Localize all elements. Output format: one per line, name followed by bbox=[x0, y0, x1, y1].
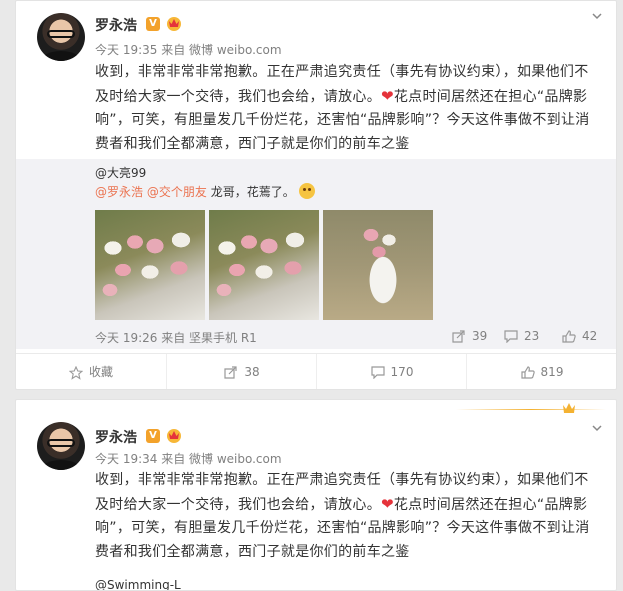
like-icon bbox=[562, 330, 576, 343]
post-meta: 今天 19:34 来自 微博 weibo.com bbox=[95, 452, 282, 466]
photo-thumbnail[interactable] bbox=[95, 210, 205, 320]
avatar[interactable] bbox=[37, 422, 85, 470]
repost-icon bbox=[224, 366, 237, 379]
author-name[interactable]: 罗永浩 bbox=[95, 427, 137, 447]
like-icon bbox=[520, 366, 535, 379]
verified-badge: V bbox=[146, 17, 160, 31]
photo-thumbnail[interactable] bbox=[209, 210, 319, 320]
repost-count: 39 bbox=[472, 329, 488, 343]
favorite-label: 收藏 bbox=[88, 365, 113, 379]
heart-icon: ❤ bbox=[381, 86, 394, 105]
post-meta: 今天 19:35 来自 微博 weibo.com bbox=[95, 43, 282, 57]
comment-icon bbox=[504, 330, 518, 343]
post-actions: 收藏 38 170 819 bbox=[16, 353, 616, 389]
repost-user[interactable]: @Swimming-L bbox=[95, 578, 181, 590]
member-crown-icon bbox=[167, 17, 181, 31]
mention-link[interactable]: @罗永浩 bbox=[95, 185, 143, 199]
decor-line bbox=[456, 409, 606, 410]
like-action[interactable]: 42 bbox=[562, 329, 597, 343]
avatar[interactable] bbox=[37, 13, 85, 61]
repost-meta: 今天 19:26 来自 坚果手机 R1 bbox=[95, 331, 257, 345]
crown-icon bbox=[563, 403, 575, 413]
heart-icon: ❤ bbox=[381, 494, 394, 513]
member-crown-icon bbox=[167, 429, 181, 443]
comment-count: 170 bbox=[390, 365, 414, 379]
verified-badge: V bbox=[146, 429, 160, 443]
chevron-down-icon[interactable] bbox=[592, 11, 602, 21]
repost-body: 龙哥，花蔫了。 bbox=[210, 185, 295, 199]
post-text: 收到，非常非常非常抱歉。正在严肃追究责任（事先有协议约束），如果他们不及时给大家… bbox=[95, 61, 600, 156]
sad-emoji-icon bbox=[298, 183, 315, 199]
comment-button[interactable]: 170 bbox=[316, 354, 467, 389]
comment-count: 23 bbox=[524, 329, 540, 343]
repost-icon bbox=[452, 330, 465, 343]
repost-box: @大亮99 @罗永浩 @交个朋友 龙哥，花蔫了。 今天 19:26 来自 坚果手… bbox=[16, 159, 616, 349]
comment-action[interactable]: 23 bbox=[504, 329, 539, 343]
like-count: 819 bbox=[540, 365, 564, 379]
photo-thumbnail[interactable] bbox=[323, 210, 433, 320]
repost-user[interactable]: @大亮99 bbox=[95, 164, 146, 181]
star-icon bbox=[68, 365, 83, 380]
post-text: 收到，非常非常非常抱歉。正在严肃追究责任（事先有协议约束），如果他们不及时给大家… bbox=[95, 469, 600, 564]
like-count: 42 bbox=[582, 329, 598, 343]
repost-count: 38 bbox=[244, 365, 260, 379]
repost-button[interactable]: 38 bbox=[166, 354, 317, 389]
mention-link[interactable]: @交个朋友 bbox=[147, 185, 207, 199]
weibo-post: 罗永浩 V 今天 19:34 来自 微博 weibo.com 收到，非常非常非常… bbox=[15, 399, 617, 591]
favorite-button[interactable]: 收藏 bbox=[16, 354, 166, 389]
weibo-post: 罗永浩 V 今天 19:35 来自 微博 weibo.com 收到，非常非常非常… bbox=[15, 0, 617, 390]
repost-action[interactable]: 39 bbox=[452, 329, 487, 343]
chevron-down-icon[interactable] bbox=[592, 423, 602, 433]
repost-text: @罗永浩 @交个朋友 龙哥，花蔫了。 bbox=[95, 183, 315, 200]
comment-icon bbox=[370, 366, 385, 379]
author-name[interactable]: 罗永浩 bbox=[95, 15, 137, 35]
like-button[interactable]: 819 bbox=[466, 354, 616, 389]
